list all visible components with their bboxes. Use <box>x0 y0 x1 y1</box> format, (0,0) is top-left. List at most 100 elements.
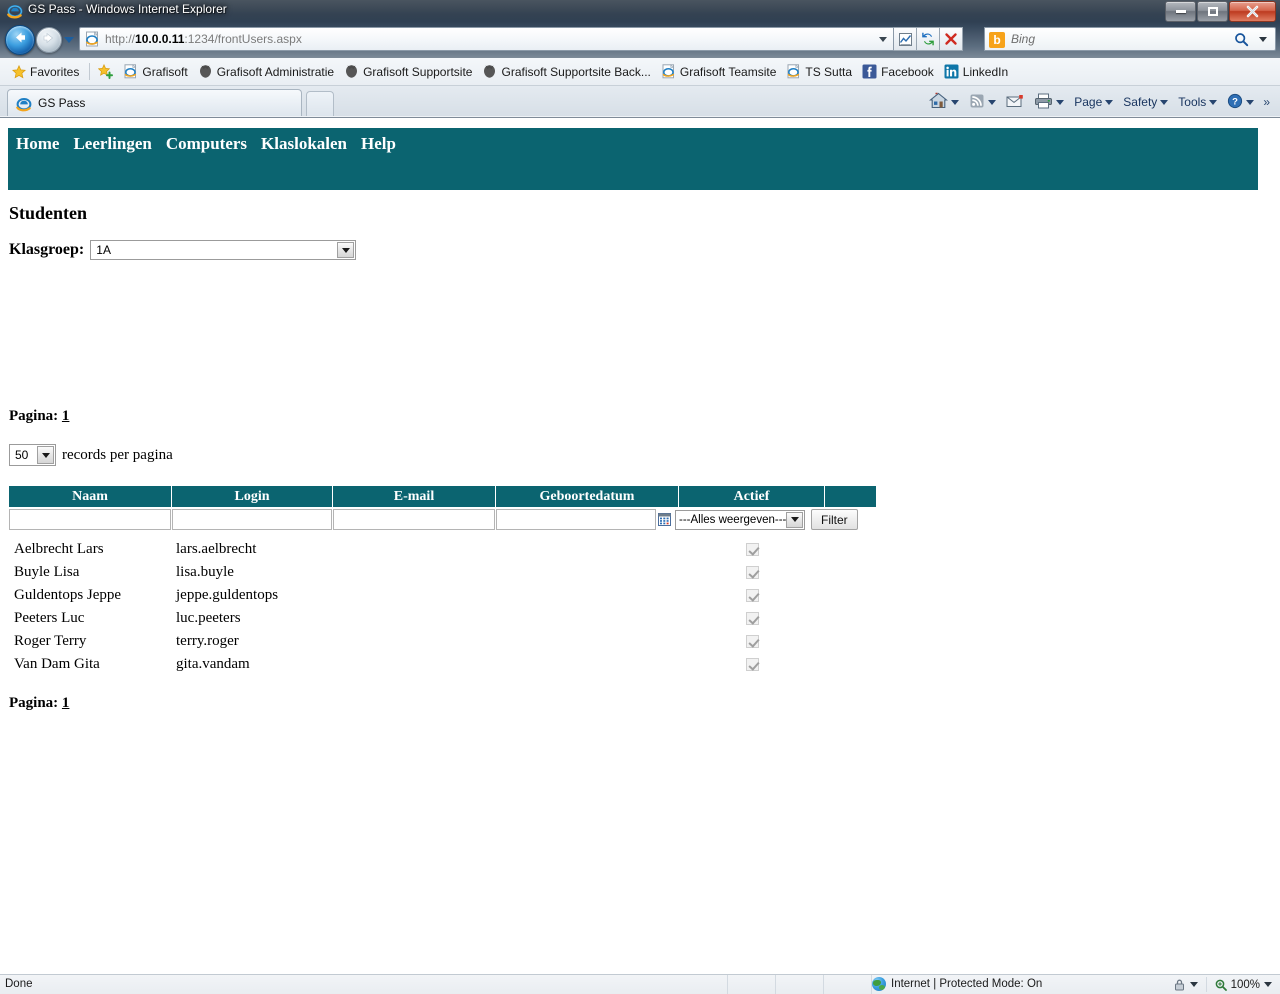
chevron-down-icon[interactable] <box>951 99 960 105</box>
page-menu-button[interactable]: Page <box>1069 93 1118 111</box>
history-dropdown-icon[interactable] <box>64 37 74 43</box>
print-button[interactable] <box>1029 91 1069 114</box>
chevron-down-icon[interactable] <box>988 99 997 105</box>
tab-label: GS Pass <box>38 96 86 110</box>
nav-link-computers[interactable]: Computers <box>166 134 247 154</box>
favorite-item-grafisoft-teamsite[interactable]: Grafisoft Teamsite <box>657 62 782 81</box>
feeds-button[interactable] <box>964 91 1001 114</box>
favorite-item-label: TS Sutta <box>805 64 853 79</box>
address-bar[interactable]: http://10.0.0.11:1234/frontUsers.aspx <box>79 27 894 51</box>
pagination-page-1[interactable]: 1 <box>62 695 70 711</box>
svg-text:?: ? <box>1232 96 1238 107</box>
filter-button[interactable]: Filter <box>811 509 858 530</box>
favorite-item-label: Grafisoft Supportsite Back... <box>501 64 651 79</box>
favorite-item-linkedin[interactable]: LinkedIn <box>940 62 1014 81</box>
nav-link-klaslokalen[interactable]: Klaslokalen <box>261 134 347 154</box>
zoom-level-label[interactable]: 100% <box>1231 979 1260 991</box>
maximize-button[interactable] <box>1197 1 1228 22</box>
add-to-favorites-button[interactable] <box>94 62 119 81</box>
zoom-dropdown-icon[interactable] <box>1264 982 1272 987</box>
refresh-button[interactable] <box>917 27 940 51</box>
favorite-item-ts-sutta[interactable]: TS Sutta <box>782 62 858 81</box>
status-separators <box>680 975 872 994</box>
cell-naam: Peeters Luc <box>14 610 85 626</box>
column-header-actief[interactable]: Actief <box>679 486 824 507</box>
minimize-button[interactable] <box>1165 1 1196 22</box>
chevron-down-icon[interactable] <box>1056 99 1065 105</box>
forward-button[interactable] <box>36 27 62 53</box>
chevron-down-icon[interactable] <box>1189 982 1198 987</box>
calendar-icon[interactable] <box>658 513 671 526</box>
back-button[interactable] <box>5 25 35 55</box>
internet-explorer-icon <box>7 3 23 19</box>
search-box[interactable]: b Bing <box>984 27 1276 51</box>
address-dropdown-icon[interactable] <box>879 37 887 42</box>
cell-login: luc.peeters <box>176 610 241 626</box>
filter-select-actief[interactable]: ---Alles weergeven--- <box>675 509 805 530</box>
table-row[interactable]: Roger Terry terry.roger <box>9 630 889 653</box>
favorite-item-label: Grafisoft <box>142 64 188 79</box>
cell-login: jeppe.guldentops <box>176 587 279 603</box>
compatibility-view-button[interactable] <box>894 27 917 51</box>
column-header-email[interactable]: E-mail <box>333 486 495 507</box>
chevron-down-icon[interactable] <box>37 446 54 464</box>
command-bar-overflow-button[interactable]: » <box>1259 95 1274 109</box>
favorite-item-label: Grafisoft Administratie <box>216 64 335 79</box>
navigation-row: http://10.0.0.11:1234/frontUsers.aspx b … <box>0 24 1280 55</box>
home-button[interactable] <box>924 90 964 114</box>
records-per-page-select[interactable]: 50 <box>9 444 56 466</box>
lock-icon[interactable] <box>1173 978 1186 991</box>
favorite-item-facebook[interactable]: Facebook <box>858 62 940 81</box>
filter-input-login[interactable] <box>172 509 332 530</box>
new-tab-button[interactable] <box>306 91 334 116</box>
cell-actief <box>680 635 825 648</box>
close-button[interactable] <box>1229 1 1276 22</box>
pagination-page-1[interactable]: 1 <box>62 408 70 424</box>
table-row[interactable]: Buyle Lisa lisa.buyle <box>9 561 889 584</box>
table-row[interactable]: Aelbrecht Lars lars.aelbrecht <box>9 538 889 561</box>
nav-link-home[interactable]: Home <box>16 134 59 154</box>
favorites-button[interactable]: Favorites <box>8 63 85 81</box>
tab-gs-pass[interactable]: GS Pass <box>7 89 302 116</box>
browser-window: GS Pass - Windows Internet Explorer http… <box>0 0 1280 994</box>
chevron-down-icon <box>1105 99 1114 105</box>
bing-logo-icon: b <box>989 32 1005 48</box>
filter-input-geboortedatum[interactable] <box>496 509 656 530</box>
page-title: Studenten <box>9 203 88 223</box>
favorite-item-grafisoft-administratie[interactable]: Grafisoft Administratie <box>194 62 340 81</box>
help-menu-button[interactable]: ? <box>1222 91 1259 114</box>
chevron-down-icon[interactable] <box>337 242 355 258</box>
table-row[interactable]: Peeters Luc luc.peeters <box>9 607 889 630</box>
klasgroep-value: 1A <box>96 243 111 257</box>
zoom-icon[interactable] <box>1215 979 1227 991</box>
add-favorite-icon <box>98 63 114 79</box>
favorite-item-grafisoft[interactable]: Grafisoft <box>119 62 193 81</box>
mail-icon <box>1006 94 1024 111</box>
filter-input-naam[interactable] <box>9 509 171 530</box>
column-header-geboortedatum[interactable]: Geboortedatum <box>496 486 678 507</box>
chevron-down-icon[interactable] <box>786 511 803 528</box>
table-row[interactable]: Van Dam Gita gita.vandam <box>9 653 889 676</box>
favorites-separator <box>89 63 91 80</box>
internet-zone-icon <box>872 977 886 991</box>
column-header-login[interactable]: Login <box>172 486 332 507</box>
safety-menu-button[interactable]: Safety <box>1118 93 1173 111</box>
linkedin-icon <box>944 64 959 79</box>
search-provider-dropdown-icon[interactable] <box>1259 37 1267 42</box>
table-row[interactable]: Guldentops Jeppe jeppe.guldentops <box>9 584 889 607</box>
nav-link-leerlingen[interactable]: Leerlingen <box>73 134 151 154</box>
favorite-item-grafisoft-supportsite[interactable]: Grafisoft Supportsite <box>340 62 478 81</box>
favorites-button-label: Favorites <box>30 64 80 79</box>
stop-button[interactable] <box>940 27 963 51</box>
column-header-naam[interactable]: Naam <box>9 486 171 507</box>
close-icon <box>1246 5 1259 18</box>
security-zone[interactable]: Internet | Protected Mode: On <box>872 977 1042 991</box>
tools-menu-button[interactable]: Tools <box>1173 93 1222 111</box>
filter-input-email[interactable] <box>333 509 495 530</box>
klasgroep-select[interactable]: 1A <box>90 240 357 260</box>
search-icon[interactable] <box>1234 32 1249 52</box>
nav-link-help[interactable]: Help <box>361 134 396 154</box>
pagination-label: Pagina: <box>9 695 59 711</box>
mail-button[interactable] <box>1001 92 1029 113</box>
favorite-item-grafisoft-supportsite-back[interactable]: Grafisoft Supportsite Back... <box>478 62 656 81</box>
